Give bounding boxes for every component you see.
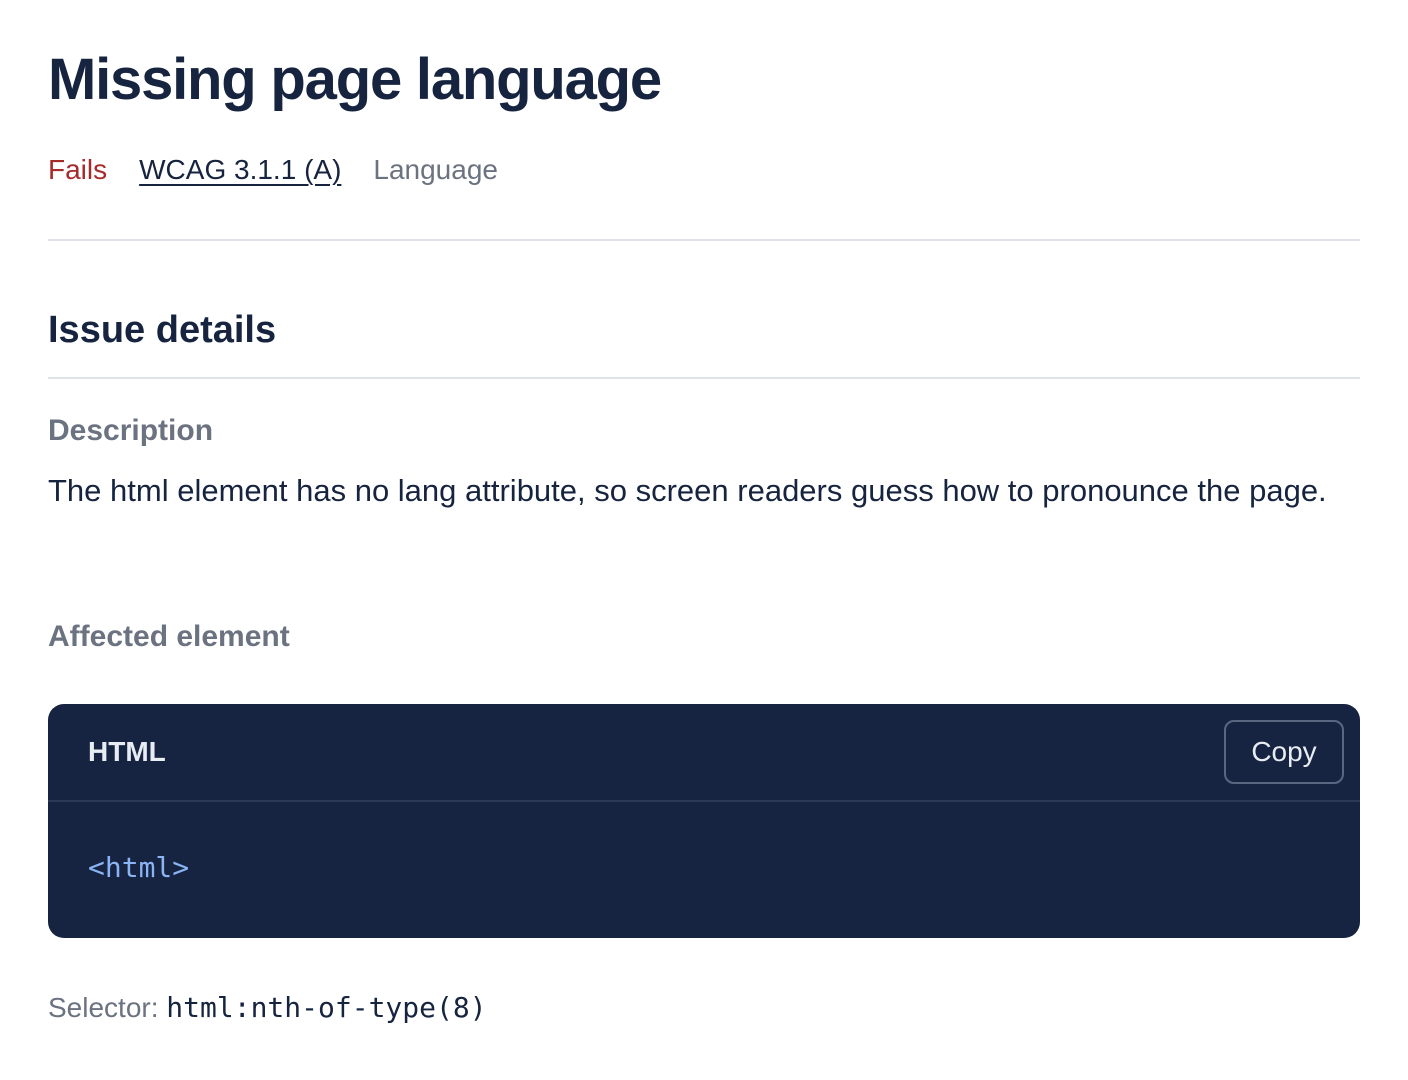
section-title: Issue details: [48, 309, 277, 351]
copy-button[interactable]: Copy: [1224, 720, 1344, 784]
code-block-header: HTML Copy: [48, 704, 1360, 802]
issue-detail-page: Missing page language Fails WCAG 3.1.1 (…: [0, 0, 1408, 1080]
issue-meta-row: Fails WCAG 3.1.1 (A) Language: [48, 150, 498, 190]
status-badge: Fails: [48, 154, 108, 185]
selector-line: Selector: html:nth-of-type(8): [48, 988, 487, 1028]
wcag-criterion-link[interactable]: WCAG 3.1.1 (A): [139, 150, 341, 190]
page-title: Missing page language: [48, 47, 662, 112]
affected-element-label: Affected element: [48, 620, 290, 653]
divider: [48, 377, 1360, 379]
selector-label: Selector:: [48, 992, 159, 1023]
code-block: HTML Copy <html>: [48, 704, 1360, 938]
selector-value[interactable]: html:nth-of-type(8): [166, 991, 486, 1024]
code-snippet[interactable]: <html>: [88, 848, 189, 888]
divider: [48, 239, 1360, 241]
issue-category: Language: [373, 154, 498, 185]
code-language-label: HTML: [88, 736, 166, 767]
description-label: Description: [48, 414, 214, 447]
description-text: The html element has no lang attribute, …: [48, 473, 1327, 508]
